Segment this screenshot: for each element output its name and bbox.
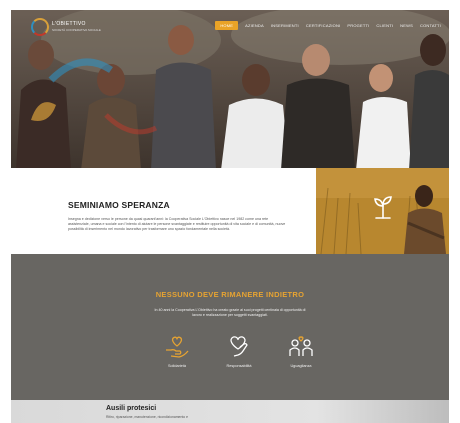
mission-section: NESSUNO DEVE RIMANERE INDIETRO In 40 ann… <box>11 254 449 400</box>
page: L'OBIETTIVO SOCIETÀ COOPERATIVA SOCIALE … <box>11 10 449 423</box>
nav-item-news[interactable]: News <box>400 23 413 28</box>
main-nav: Home Azienda Inserimenti Certificazioni … <box>215 21 441 30</box>
nav-item-clienti[interactable]: Clienti <box>376 23 393 28</box>
logo-mark-icon <box>31 18 49 36</box>
nav-item-certificazioni[interactable]: Certificazioni <box>306 23 341 28</box>
brand-logo[interactable]: L'OBIETTIVO SOCIETÀ COOPERATIVA SOCIALE <box>31 18 101 38</box>
sprout-icon <box>374 196 392 219</box>
logo-subtitle: SOCIETÀ COOPERATIVA SOCIALE <box>52 28 101 32</box>
value-solidarieta: Solidarietà <box>157 334 197 368</box>
value-responsabilita: Responsabilità <box>219 334 259 368</box>
value-label-uguaglianza: Uguaglianza <box>290 364 312 368</box>
value-label-solidarieta: Solidarietà <box>168 364 186 368</box>
logo-text: L'OBIETTIVO <box>52 21 86 27</box>
ausili-title[interactable]: Ausili protesici <box>106 405 156 412</box>
plant-photo <box>316 168 449 254</box>
ausili-section: Ausili protesici Ritiro, riparazione, ma… <box>11 400 449 423</box>
intro-section: SEMINIAMO SPERANZA Insegna e dedizione v… <box>11 168 449 254</box>
nav-item-inserimenti[interactable]: Inserimenti <box>271 23 299 28</box>
value-label-responsabilita: Responsabilità <box>226 364 252 368</box>
nav-item-azienda[interactable]: Azienda <box>245 23 264 28</box>
intro-title: SEMINIAMO SPERANZA <box>68 200 170 210</box>
hand-heart-icon <box>230 336 248 357</box>
hands-heart-icon <box>166 336 189 358</box>
mission-text: In 40 anni la Cooperativa L'Obiettivo ha… <box>154 308 306 317</box>
nav-item-home[interactable]: Home <box>215 21 239 30</box>
hero-section: L'OBIETTIVO SOCIETÀ COOPERATIVA SOCIALE … <box>11 10 449 168</box>
nav-item-progetti[interactable]: Progetti <box>347 23 369 28</box>
mission-title: NESSUNO DEVE RIMANERE INDIETRO <box>155 290 305 299</box>
people-heart-icon <box>289 336 313 356</box>
nav-item-contatti[interactable]: Contatti <box>420 23 441 28</box>
intro-text: Insegna e dedizione verso le persone da … <box>68 217 286 231</box>
ausili-text: Ritiro, riparazione, manutenzione, ricon… <box>106 415 188 419</box>
value-uguaglianza: Uguaglianza <box>281 334 321 368</box>
